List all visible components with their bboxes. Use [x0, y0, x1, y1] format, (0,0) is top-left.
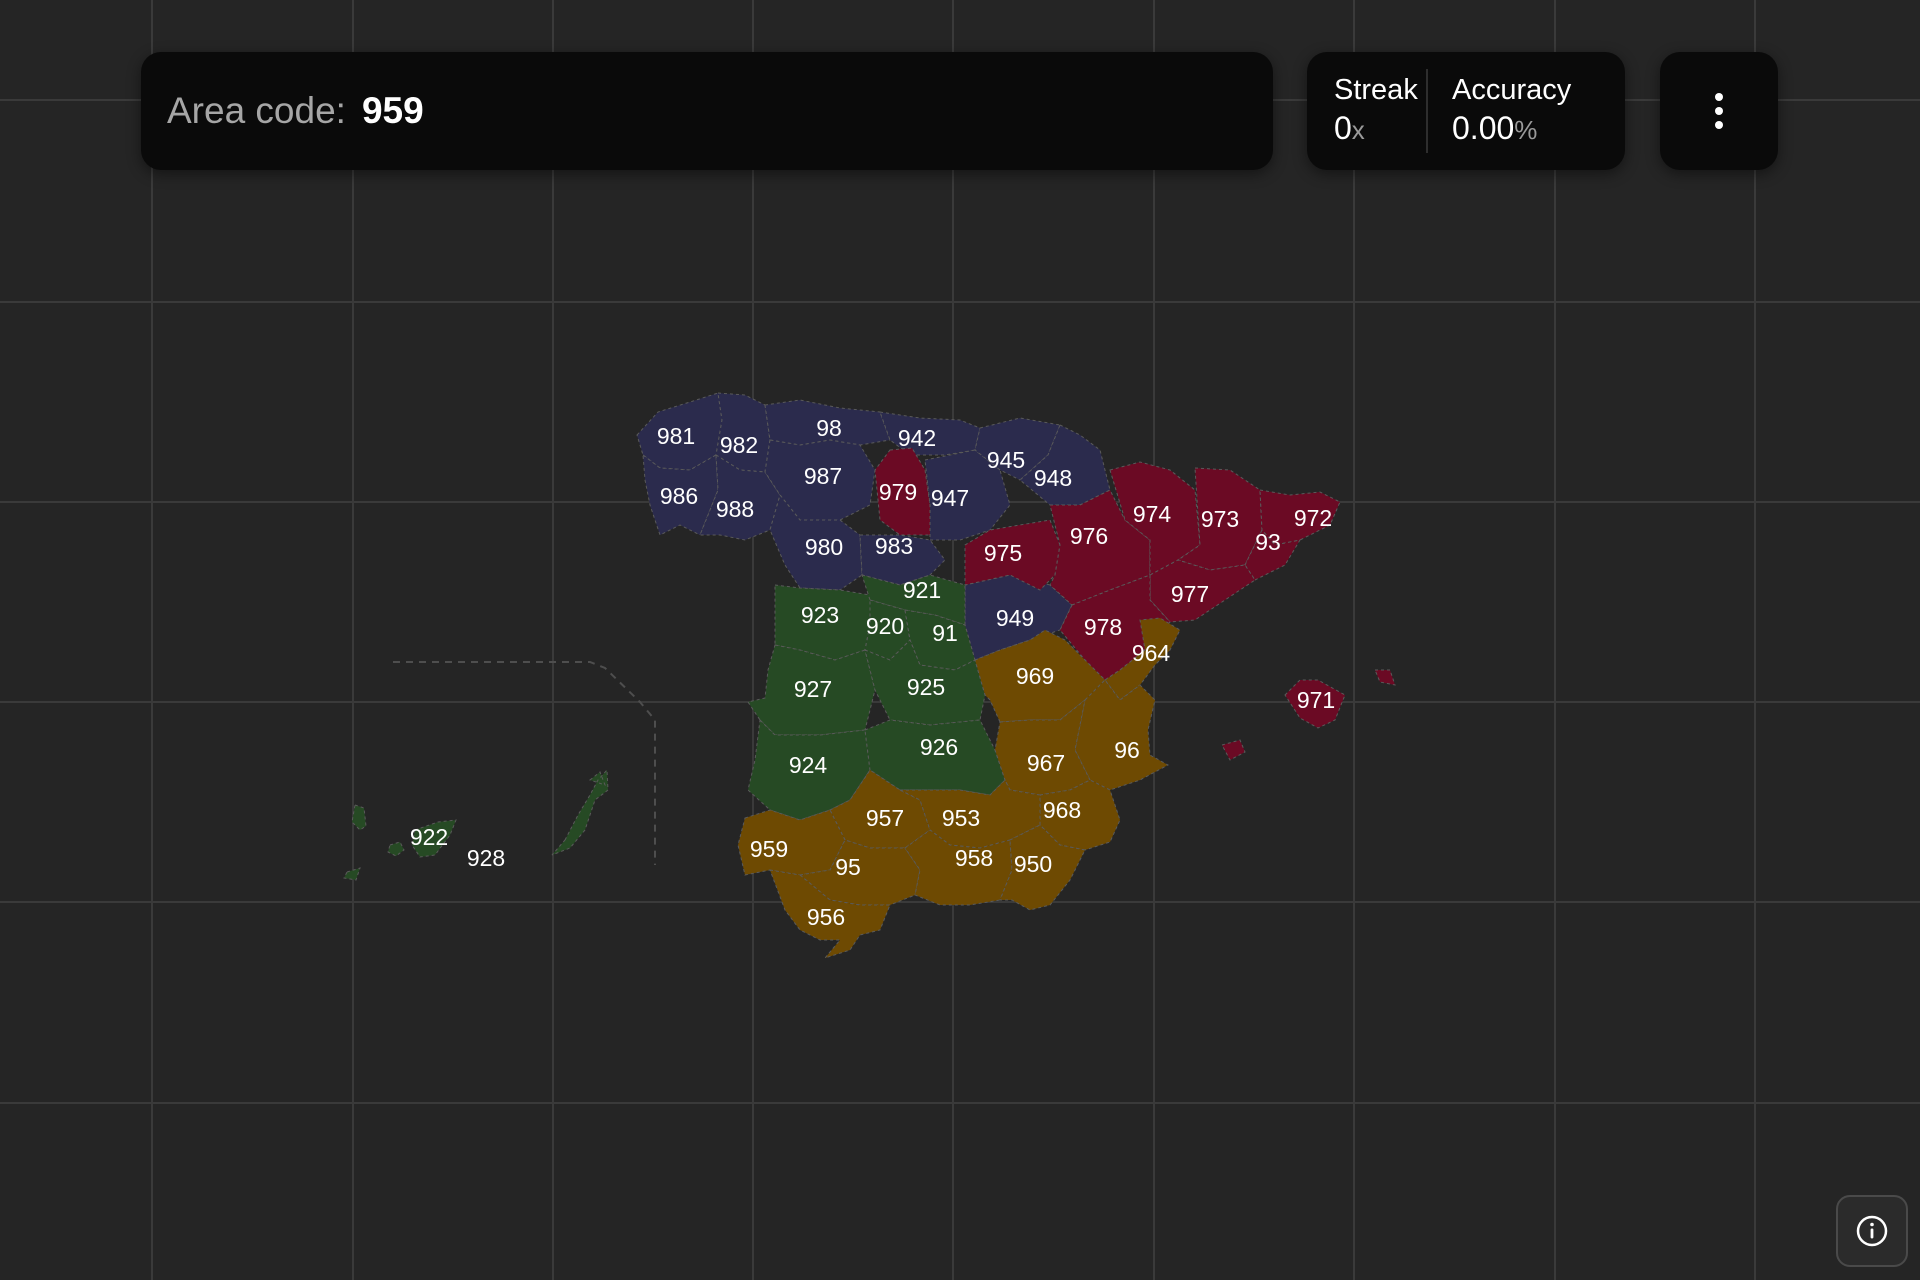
- region-942[interactable]: [879, 411, 981, 456]
- region-977[interactable]: [1149, 559, 1256, 623]
- region-label-928: 928: [467, 845, 505, 871]
- accuracy-value-row: 0.00%: [1452, 108, 1571, 150]
- stats-panel: Streak 0x Accuracy 0.00%: [1307, 52, 1625, 170]
- region-922[interactable]: [343, 804, 457, 881]
- accuracy-unit: %: [1514, 115, 1538, 145]
- streak-unit: x: [1351, 115, 1365, 145]
- streak-stat: Streak 0x: [1334, 52, 1426, 170]
- spain-area-code-map[interactable]: 981 98298 942945948986 988987979 947980 983 97…: [0, 0, 1920, 1280]
- stats-divider: [1426, 69, 1428, 153]
- prompt-label: Area code:: [167, 90, 346, 131]
- region-group-canary: [343, 768, 609, 881]
- target-area-code: 959: [361, 90, 424, 131]
- accuracy-stat: Accuracy 0.00%: [1452, 52, 1571, 170]
- region-972[interactable]: [1259, 489, 1341, 546]
- info-circle-icon: [1856, 1215, 1888, 1247]
- region-971[interactable]: [1221, 669, 1396, 761]
- streak-title: Streak: [1334, 74, 1418, 106]
- region-928[interactable]: [551, 768, 609, 856]
- streak-value-row: 0x: [1334, 108, 1426, 150]
- region-959[interactable]: [737, 809, 846, 876]
- region-98[interactable]: [764, 399, 891, 446]
- prompt-bar: Area code: 959: [141, 52, 1273, 170]
- accuracy-title: Accuracy: [1452, 74, 1572, 106]
- menu-button[interactable]: [1660, 52, 1778, 170]
- streak-value: 0: [1334, 110, 1352, 146]
- info-button[interactable]: [1836, 1195, 1908, 1267]
- accuracy-value: 0.00: [1452, 110, 1515, 146]
- region-927[interactable]: [747, 644, 876, 736]
- vertical-ellipsis-icon: [1715, 90, 1723, 132]
